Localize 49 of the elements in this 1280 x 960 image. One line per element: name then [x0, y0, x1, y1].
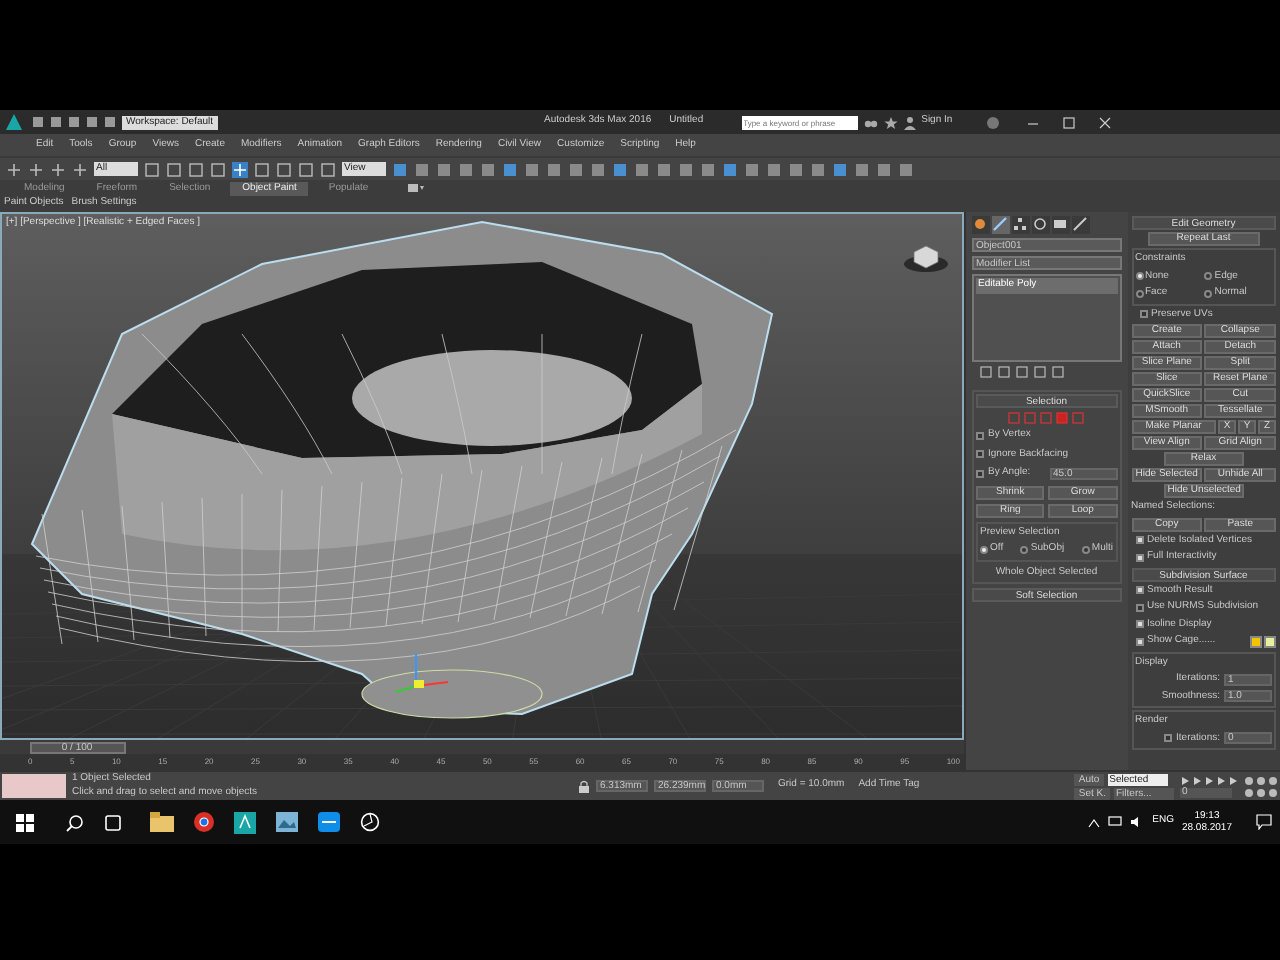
checkbox[interactable]	[1135, 536, 1143, 545]
picture-icon[interactable]	[276, 812, 298, 832]
ribbon-options-icon[interactable]	[408, 182, 425, 194]
notification-icon[interactable]	[1256, 814, 1272, 830]
chevron-up-icon[interactable]	[1088, 817, 1101, 827]
tool-icon[interactable]	[6, 161, 22, 177]
network-icon[interactable]	[1108, 816, 1123, 828]
tool-icon[interactable]	[28, 161, 44, 177]
script-listener-field[interactable]	[2, 774, 66, 798]
radio-button[interactable]	[1135, 289, 1143, 298]
checkbox[interactable]	[1135, 637, 1143, 646]
radio-button[interactable]	[1135, 272, 1143, 281]
task-view-icon[interactable]	[104, 813, 122, 831]
color-swatch[interactable]	[1250, 635, 1262, 648]
binoculars-icon[interactable]	[863, 115, 878, 129]
tool-icon[interactable]	[50, 161, 66, 177]
radio-button[interactable]	[1020, 545, 1029, 554]
star-icon[interactable]	[883, 115, 898, 129]
monitor-icon[interactable]	[1052, 216, 1070, 234]
checkbox[interactable]	[1164, 734, 1173, 743]
checkbox[interactable]	[1135, 553, 1143, 562]
tool-icon[interactable]	[72, 161, 88, 177]
checkbox[interactable]	[1139, 310, 1147, 319]
radio-button[interactable]	[1204, 272, 1213, 281]
slash-icon[interactable]	[992, 216, 1010, 234]
checkbox[interactable]	[1135, 603, 1143, 612]
circle-icon[interactable]	[972, 216, 990, 234]
viewcube-icon[interactable]	[902, 242, 950, 274]
search-icon[interactable]	[66, 813, 84, 831]
browser-icon[interactable]	[194, 812, 214, 832]
checkbox[interactable]	[976, 450, 984, 459]
close-icon[interactable]	[1098, 115, 1113, 129]
lock-icon[interactable]	[578, 779, 590, 793]
maximize-icon[interactable]	[1062, 115, 1077, 129]
move-icon[interactable]	[232, 161, 248, 177]
radio-button[interactable]	[980, 545, 988, 554]
ring-icon[interactable]	[1032, 216, 1050, 234]
checkbox[interactable]	[976, 469, 984, 478]
checkbox[interactable]	[1135, 586, 1143, 595]
radio-button[interactable]	[1081, 545, 1090, 554]
hierarchy-icon[interactable]	[1012, 216, 1030, 234]
color-swatch[interactable]	[1264, 635, 1276, 648]
windows-logo-icon[interactable]	[16, 813, 34, 831]
app-icon[interactable]	[234, 811, 256, 833]
radio-button[interactable]	[1204, 289, 1213, 298]
checkbox[interactable]	[1135, 620, 1143, 629]
checkbox[interactable]	[976, 431, 984, 440]
user-icon[interactable]	[903, 115, 916, 129]
folder-icon[interactable]	[150, 812, 174, 832]
